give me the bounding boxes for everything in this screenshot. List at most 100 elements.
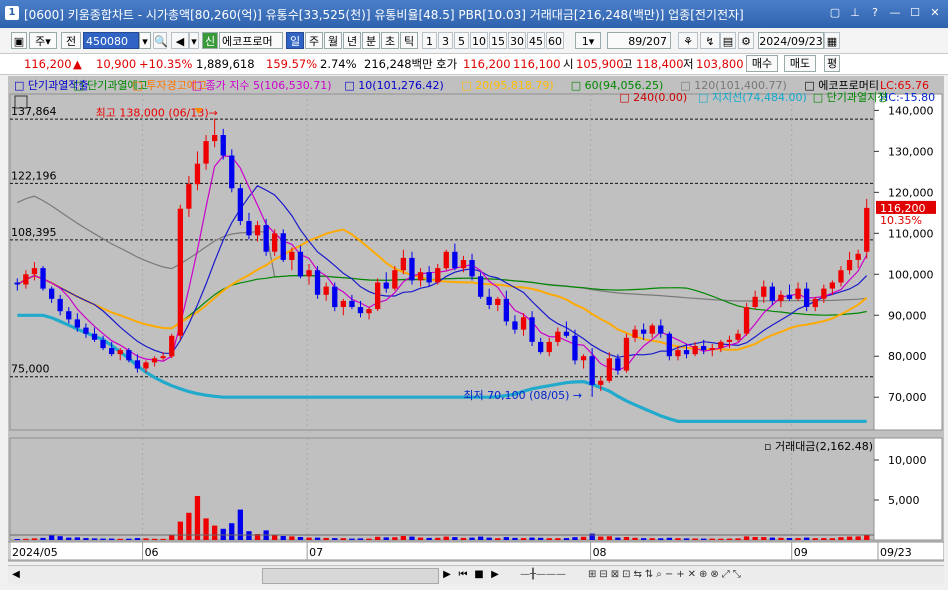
timeframe-button[interactable]: 초	[381, 32, 399, 49]
candle-body	[340, 300, 346, 307]
candle-body	[563, 331, 570, 336]
volume-bar	[186, 512, 192, 540]
play-icon[interactable]: ▶	[489, 568, 501, 582]
volume-bar	[383, 537, 389, 540]
volume-bar	[804, 537, 810, 540]
buy-button[interactable]: 매수	[746, 55, 778, 72]
chart-tool-icons[interactable]: ⊞⊟⊠⊡⇆⇅⌕−+✕⊕⊗⤢⤡	[588, 568, 928, 582]
scroll-thumb[interactable]	[262, 568, 439, 584]
save-icon[interactable]: ▤	[720, 32, 736, 49]
chart-area[interactable]: 140,000 130,000 120,000 110,000 100,000 90,00…	[7, 76, 945, 562]
interval-button[interactable]: 60	[546, 32, 564, 49]
timeframe-button[interactable]: 주	[305, 32, 323, 49]
volume-bar	[31, 538, 38, 540]
volume-bar	[778, 537, 784, 540]
date-field[interactable]: 2024/09/23	[758, 32, 824, 49]
candle-body	[289, 251, 295, 260]
maximize-button[interactable]: ☐	[906, 4, 924, 22]
candle-body	[555, 331, 561, 342]
candle-body	[263, 225, 269, 252]
interval-select[interactable]: 1▾	[575, 32, 601, 49]
restore-down-icon[interactable]: ▢	[826, 4, 844, 22]
chart-scrollbar[interactable]: ◀ ▶ ⏮ ■ ▶ —╂——— ⊞⊟⊠⊡⇆⇅⌕−+✕⊕⊗⤢⤡	[8, 565, 944, 584]
interval-button[interactable]: 10	[470, 32, 488, 49]
volume-bar	[701, 538, 707, 540]
candle-body	[400, 257, 406, 271]
stock-code-input[interactable]: 450080	[83, 32, 139, 49]
interval-button[interactable]: 15	[489, 32, 507, 49]
candle-body	[14, 282, 20, 285]
mode-select[interactable]: 전	[61, 32, 81, 49]
volume-bar	[340, 538, 346, 540]
volume-bar	[212, 525, 218, 540]
page-counter: 89/207	[607, 32, 671, 49]
timeframe-button[interactable]: 일	[286, 32, 304, 49]
price-tick-label: 110,000	[888, 227, 934, 240]
timeframe-button[interactable]: 틱	[400, 32, 418, 49]
volume-bar	[786, 538, 793, 540]
volume-bar	[289, 536, 295, 540]
pin-icon[interactable]: ⊥	[846, 4, 864, 22]
candle-body	[91, 333, 98, 340]
scroll-left-button[interactable]: ◀	[10, 568, 22, 582]
volume-bar	[666, 537, 672, 540]
timeframe-button[interactable]: 월	[324, 32, 342, 49]
candle-body	[580, 356, 587, 361]
settings-icon[interactable]: ⚙	[738, 32, 754, 49]
close-button[interactable]: ✕	[926, 4, 944, 22]
date-label: 08	[593, 546, 607, 559]
quote-bar: 116,200 ▲ 10,900 +10.35% 1,889,618 159.5…	[0, 54, 948, 75]
interval-button[interactable]: 30	[508, 32, 526, 49]
app-icon[interactable]: 1	[5, 6, 19, 20]
rewind-icon[interactable]: ⏮	[457, 568, 469, 582]
volume-bar	[314, 537, 321, 540]
calendar-icon[interactable]: ▦	[824, 32, 840, 49]
volume: 1,889,618	[196, 57, 255, 71]
layout-icon[interactable]: ▣	[11, 32, 27, 49]
chart-toolbar: ▣ 주▾ 전 450080 ▾ 🔍 ◀ ▾ 신 에코프로머 일주월년분초틱 13…	[0, 29, 948, 54]
volume-bar	[649, 538, 655, 540]
reference-label: 122,196	[11, 169, 57, 182]
dropdown-arrow-icon[interactable]: ▾	[139, 32, 151, 49]
volume-bar	[177, 521, 183, 540]
chart-compare-icon[interactable]: ↯	[700, 32, 720, 49]
zoom-slider[interactable]: —╂———	[508, 568, 578, 582]
timeframe-button[interactable]: 분	[362, 32, 380, 49]
low-annotation: 최저 70,100 (08/05) →	[463, 389, 582, 402]
candle-body	[443, 251, 449, 269]
candle-body	[126, 350, 132, 361]
speaker-icon[interactable]: ◀	[171, 32, 189, 49]
interval-button[interactable]: 5	[454, 32, 469, 49]
volume-bar	[632, 537, 638, 540]
minimize-button[interactable]: —	[886, 4, 904, 22]
volume-bar	[323, 537, 329, 540]
candle-body	[383, 282, 389, 289]
price-chart-svg[interactable]: 140,000 130,000 120,000 110,000 100,000 90,00…	[7, 76, 945, 562]
help-icon[interactable]: ?	[866, 4, 884, 22]
dropdown-arrow-icon[interactable]: ▾	[189, 32, 199, 49]
interval-button[interactable]: 3	[438, 32, 453, 49]
period-select[interactable]: 주▾	[29, 32, 57, 49]
candle-body	[452, 251, 458, 269]
candle-body	[280, 233, 286, 260]
average-button[interactable]: 평	[824, 55, 840, 72]
volume-bar	[246, 531, 252, 540]
volume-bar	[864, 534, 870, 540]
interval-button[interactable]: 1	[422, 32, 437, 49]
volume-bar	[478, 536, 484, 540]
volume-bar	[615, 537, 621, 540]
interval-button[interactable]: 45	[527, 32, 545, 49]
sell-button[interactable]: 매도	[784, 55, 816, 72]
scroll-right-button[interactable]: ▶	[441, 568, 453, 582]
candle-body	[194, 163, 201, 185]
volume-bar	[280, 536, 286, 540]
candle-body	[529, 317, 535, 342]
volume-bar	[203, 518, 209, 540]
search-icon[interactable]: 🔍	[153, 32, 168, 49]
drawing-tools-icon[interactable]: ⚘	[678, 32, 698, 49]
volume-bar	[598, 536, 604, 540]
candle-body	[649, 325, 655, 334]
stop-icon[interactable]: ■	[473, 568, 485, 582]
volume-bar	[134, 538, 141, 540]
timeframe-button[interactable]: 년	[343, 32, 361, 49]
